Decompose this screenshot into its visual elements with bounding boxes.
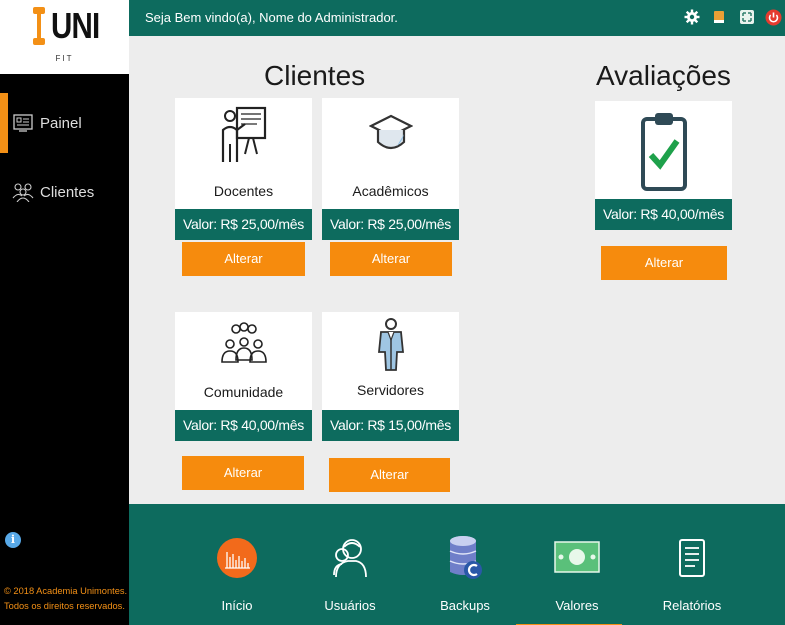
card-servidores: Servidores Valor: R$ 15,00/mês	[322, 312, 459, 441]
community-icon	[175, 322, 312, 366]
sidebar: UNI FIT Painel Clientes i © 2018 Academi…	[0, 0, 129, 625]
info-icon[interactable]: i	[5, 532, 21, 548]
home-chart-icon	[192, 528, 282, 588]
database-icon	[420, 528, 510, 588]
alterar-servidores-button[interactable]: Alterar	[329, 458, 450, 492]
clipboard-check-icon	[595, 111, 732, 191]
dock-item-usuarios[interactable]: Usuários	[305, 528, 395, 613]
section-title-clientes: Clientes	[264, 60, 366, 91]
dock-item-backups[interactable]: Backups	[420, 528, 510, 613]
copyright: © 2018 Academia Unimontes. Todos os dire…	[4, 586, 128, 611]
employee-icon	[322, 316, 459, 372]
card-name: Comunidade	[203, 384, 284, 400]
money-icon	[532, 528, 622, 588]
dock-item-relatorios[interactable]: Relatórios	[647, 528, 737, 613]
dashboard-icon	[12, 112, 34, 134]
alterar-academicos-button[interactable]: Alterar	[330, 242, 452, 276]
logo-word: UNI	[51, 5, 100, 46]
sidebar-item-label: Painel	[40, 114, 82, 132]
graduation-cap-icon	[322, 112, 459, 156]
card-docentes: Docentes Valor: R$ 25,00/mês	[175, 98, 312, 240]
dock-label: Início	[221, 598, 253, 613]
dock-label: Backups	[440, 598, 490, 613]
card-price: Valor: R$ 40,00/mês	[175, 410, 312, 441]
report-icon	[647, 528, 737, 588]
logo[interactable]: UNI FIT	[0, 0, 129, 74]
card-name: Docentes	[213, 183, 274, 199]
card-name: Acadêmicos	[352, 183, 429, 199]
users-icon	[305, 528, 395, 588]
active-indicator	[0, 93, 8, 153]
card-avaliacoes: Valor: R$ 40,00/mês	[595, 101, 732, 230]
dock-item-inicio[interactable]: Início	[192, 528, 282, 613]
minimize-icon[interactable]	[711, 9, 727, 25]
dock-item-valores[interactable]: Valores	[516, 528, 622, 625]
bottom-dock: Início Usuários Backups Valores Relatóri…	[129, 504, 785, 625]
top-bar: Seja Bem vindo(a), Nome do Administrador…	[129, 0, 785, 36]
card-price: Valor: R$ 25,00/mês	[175, 209, 312, 240]
card-comunidade: Comunidade Valor: R$ 40,00/mês	[175, 312, 312, 441]
card-academicos: Acadêmicos Valor: R$ 25,00/mês	[322, 98, 459, 240]
dumbbell-icon	[33, 7, 45, 45]
card-price: Valor: R$ 25,00/mês	[322, 209, 459, 240]
card-name: Servidores	[357, 382, 424, 398]
dock-label: Usuários	[324, 598, 376, 613]
dock-label: Valores	[555, 598, 599, 613]
teacher-icon	[175, 104, 312, 166]
sidebar-item-label: Clientes	[40, 183, 95, 201]
settings-gear-icon[interactable]	[684, 9, 700, 25]
alterar-avaliacoes-button[interactable]: Alterar	[601, 246, 727, 280]
alterar-docentes-button[interactable]: Alterar	[182, 242, 305, 276]
dock-label: Relatórios	[662, 598, 722, 613]
welcome-text: Seja Bem vindo(a), Nome do Administrador…	[145, 10, 398, 25]
fullscreen-icon[interactable]	[739, 9, 755, 25]
sidebar-item-painel[interactable]: Painel	[0, 93, 129, 153]
clients-icon	[12, 181, 34, 203]
card-price: Valor: R$ 15,00/mês	[322, 410, 459, 441]
power-icon[interactable]	[765, 9, 782, 26]
card-price: Valor: R$ 40,00/mês	[595, 199, 732, 230]
logo-subtitle: FIT	[55, 54, 74, 63]
alterar-comunidade-button[interactable]: Alterar	[182, 456, 304, 490]
sidebar-item-clientes[interactable]: Clientes	[0, 162, 129, 222]
section-title-avaliacoes: Avaliações	[596, 60, 731, 91]
